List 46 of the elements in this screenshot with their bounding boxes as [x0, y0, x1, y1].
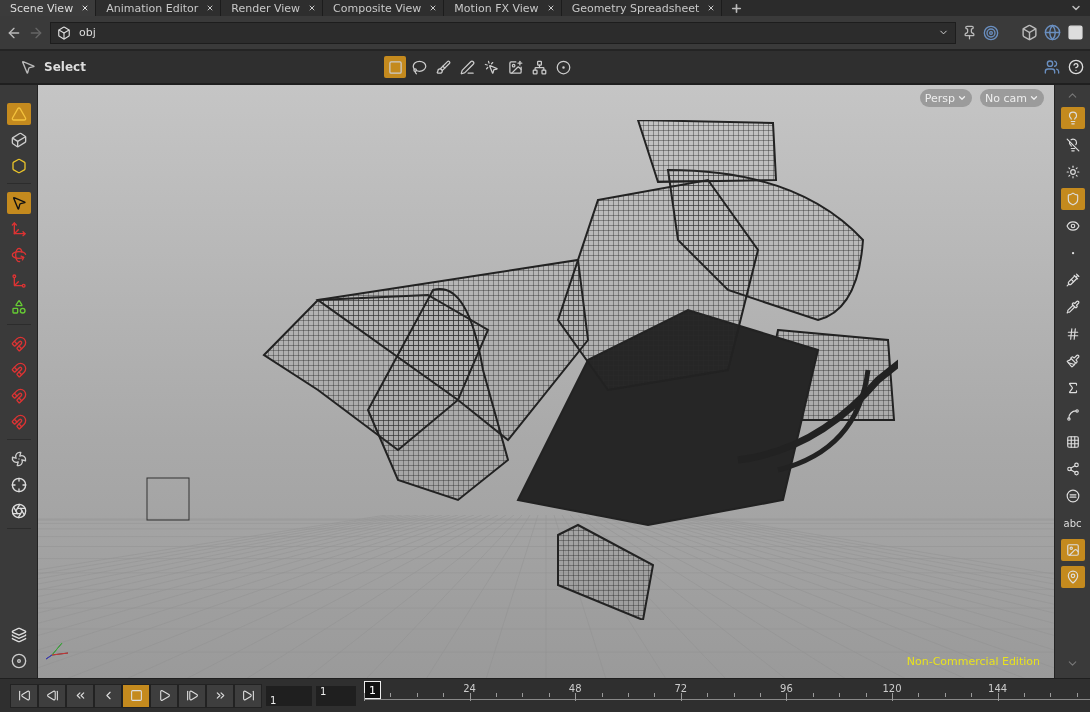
view-tab[interactable]: Scene View [0, 0, 97, 16]
lightbulb-icon[interactable] [1060, 107, 1085, 129]
shield-icon[interactable] [1060, 188, 1085, 210]
cone-icon[interactable] [6, 103, 31, 125]
close-icon[interactable] [707, 4, 716, 12]
frame-tick-label: 96 [780, 683, 793, 694]
sphere-icon[interactable] [1044, 24, 1061, 41]
stop-icon[interactable] [122, 683, 150, 708]
close-icon[interactable] [308, 4, 317, 12]
frame-tick-label: 144 [988, 683, 1008, 694]
step-back-icon[interactable] [38, 683, 66, 708]
frame-field[interactable]: 1 [266, 685, 312, 706]
frame-tick-label: 72 [674, 683, 688, 694]
users-icon[interactable] [1044, 59, 1060, 75]
close-icon[interactable] [206, 4, 215, 12]
pointer-icon[interactable] [20, 59, 36, 75]
map-pin-icon[interactable] [1060, 566, 1085, 588]
path-field[interactable]: obj [50, 21, 956, 44]
edition-label: Non-Commercial Edition [906, 655, 1040, 668]
close-icon[interactable] [429, 4, 438, 12]
image-icon[interactable] [1060, 539, 1085, 561]
skip-forward-icon[interactable] [234, 683, 262, 708]
current-frame[interactable]: 1 [364, 681, 381, 699]
caret-icon [957, 93, 968, 103]
chevrons-left-icon[interactable] [66, 683, 94, 708]
frame-tick-label: 24 [463, 683, 476, 694]
close-icon[interactable] [546, 4, 555, 12]
square-icon[interactable] [1067, 24, 1084, 41]
frame-tick-label: 120 [882, 683, 902, 694]
start-field[interactable]: 1 [316, 685, 356, 706]
caret-icon [1029, 93, 1039, 103]
skip-back-icon[interactable] [10, 683, 38, 708]
wire-cube-icon[interactable] [1021, 24, 1038, 41]
help-icon[interactable] [1068, 59, 1084, 75]
tool-name: Select [44, 60, 87, 74]
pin-icon[interactable] [962, 25, 977, 40]
frame-tick-label: 48 [568, 683, 582, 694]
step-forward-icon[interactable] [178, 683, 206, 708]
path-text: obj [79, 26, 96, 39]
square-outline-drawing [146, 477, 190, 521]
text-tool[interactable]: abc [1060, 512, 1085, 534]
close-icon[interactable] [81, 4, 90, 12]
chevrons-right-icon[interactable] [206, 683, 234, 708]
target-icon[interactable] [983, 24, 999, 41]
play-icon[interactable] [150, 683, 178, 708]
timeline[interactable]: 1 24 48 72 96 120 144 [364, 679, 1090, 712]
